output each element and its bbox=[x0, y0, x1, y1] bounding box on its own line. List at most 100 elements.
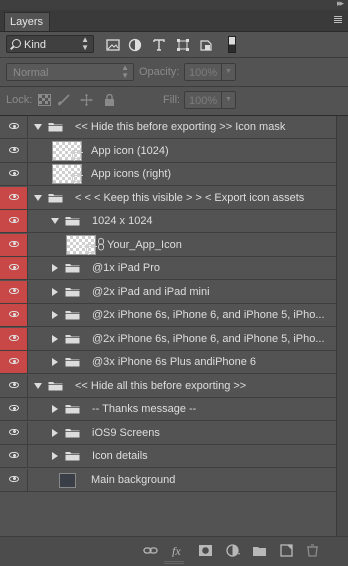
visibility-toggle[interactable] bbox=[0, 327, 28, 350]
folder-icon bbox=[65, 215, 80, 226]
folder-icon bbox=[48, 380, 63, 391]
chevron-down-icon[interactable]: ▼ bbox=[221, 92, 235, 108]
lock-transparent-pixels-icon[interactable] bbox=[38, 94, 51, 106]
fill-field[interactable]: 100% ▼ bbox=[184, 91, 236, 109]
disclosure-collapsed-icon[interactable] bbox=[52, 287, 58, 296]
smart-object-badge-icon bbox=[70, 147, 83, 161]
smart-object-badge-icon bbox=[84, 241, 97, 255]
layer-name: 1024 x 1024 bbox=[92, 215, 153, 227]
collapse-panel-icon[interactable]: ▸▸ bbox=[337, 0, 344, 9]
visibility-toggle[interactable] bbox=[0, 233, 28, 256]
layer-row[interactable]: Main background bbox=[0, 468, 336, 492]
layer-name: Your_App_Icon bbox=[107, 238, 182, 251]
layer-row[interactable]: @2x iPhone 6s, iPhone 6, and iPhone 5, i… bbox=[0, 327, 336, 351]
visibility-toggle[interactable] bbox=[0, 210, 28, 232]
svg-text:fx: fx bbox=[172, 544, 181, 557]
lock-all-icon[interactable] bbox=[103, 94, 116, 106]
adjustment-layer-icon[interactable] bbox=[226, 544, 241, 557]
visibility-toggle[interactable] bbox=[0, 374, 28, 397]
visibility-toggle[interactable] bbox=[0, 163, 28, 185]
filter-kind-select[interactable]: Kind ▲ ▼ bbox=[6, 35, 94, 53]
shape-icon[interactable] bbox=[176, 38, 190, 52]
visibility-toggle[interactable] bbox=[0, 398, 28, 420]
layer-row[interactable]: 1024 x 1024 bbox=[0, 210, 336, 233]
disclosure-expanded-icon[interactable] bbox=[34, 124, 42, 130]
blend-mode-select[interactable]: Normal ▲ ▼ bbox=[6, 63, 134, 81]
panel-menu-icon[interactable] bbox=[334, 15, 342, 24]
fx-icon[interactable]: fx bbox=[171, 544, 186, 557]
layer-row[interactable]: App icons (right) bbox=[0, 163, 336, 186]
visibility-toggle[interactable] bbox=[0, 257, 28, 279]
layer-row[interactable]: Your_App_Icon bbox=[0, 233, 336, 257]
layer-name: Main background bbox=[91, 473, 176, 486]
layer-name: @2x iPhone 6s, iPhone 6, and iPhone 5, i… bbox=[92, 309, 325, 321]
disclosure-collapsed-icon[interactable] bbox=[52, 405, 58, 413]
eye-icon bbox=[9, 405, 19, 411]
disclosure-expanded-icon[interactable] bbox=[51, 218, 59, 224]
disclosure-collapsed-icon[interactable] bbox=[52, 428, 58, 437]
link-icon bbox=[98, 237, 104, 251]
type-icon[interactable] bbox=[152, 38, 166, 52]
layer-row[interactable]: Icon details bbox=[0, 445, 336, 468]
visibility-toggle[interactable] bbox=[0, 186, 28, 209]
layer-row[interactable]: @3x iPhone 6s Plus andiPhone 6 bbox=[0, 351, 336, 374]
folder-icon bbox=[65, 403, 80, 414]
image-icon[interactable] bbox=[106, 38, 120, 52]
visibility-toggle[interactable] bbox=[0, 139, 28, 162]
smart-object-icon[interactable] bbox=[199, 38, 213, 52]
new-layer-icon[interactable] bbox=[279, 544, 294, 557]
layer-row[interactable]: App icon (1024) bbox=[0, 139, 336, 163]
panel-title-bar[interactable]: ▸▸ bbox=[0, 0, 348, 10]
visibility-toggle[interactable] bbox=[0, 421, 28, 444]
visibility-toggle[interactable] bbox=[0, 116, 28, 138]
eye-icon bbox=[9, 123, 19, 129]
visibility-toggle[interactable] bbox=[0, 280, 28, 303]
fill-label: Fill: bbox=[163, 94, 181, 106]
layer-row[interactable]: < < < Keep this visible > > < Export ico… bbox=[0, 186, 336, 210]
layer-row[interactable]: @2x iPad and iPad mini bbox=[0, 280, 336, 304]
visibility-toggle[interactable] bbox=[0, 351, 28, 373]
layer-row[interactable]: -- Thanks message -- bbox=[0, 398, 336, 421]
layer-row[interactable]: @2x iPhone 6s, iPhone 6, and iPhone 5, i… bbox=[0, 304, 336, 327]
delete-layer-icon[interactable] bbox=[305, 544, 320, 557]
layer-row[interactable]: @1x iPad Pro bbox=[0, 257, 336, 280]
layer-row[interactable]: << Hide this before exporting >> Icon ma… bbox=[0, 116, 336, 139]
visibility-toggle[interactable] bbox=[0, 445, 28, 467]
resize-grip[interactable] bbox=[164, 561, 184, 564]
adjustment-icon[interactable] bbox=[128, 38, 142, 52]
visibility-toggle[interactable] bbox=[0, 468, 28, 491]
divider bbox=[0, 86, 348, 87]
folder-icon bbox=[65, 286, 80, 297]
layers-scrollbar[interactable] bbox=[336, 116, 348, 536]
stepper-arrows-icon: ▲ ▼ bbox=[81, 35, 89, 52]
tab-layers[interactable]: Layers bbox=[4, 12, 50, 31]
add-mask-icon[interactable] bbox=[198, 544, 213, 557]
eye-icon bbox=[9, 334, 19, 341]
folder-icon bbox=[65, 450, 80, 461]
layer-row[interactable]: << Hide all this before exporting >> bbox=[0, 374, 336, 398]
disclosure-collapsed-icon[interactable] bbox=[52, 311, 58, 319]
panel-footer: fx bbox=[0, 536, 348, 566]
panel-tab-row: Layers bbox=[0, 10, 348, 32]
lock-position-icon[interactable] bbox=[80, 94, 93, 106]
disclosure-collapsed-icon[interactable] bbox=[52, 358, 58, 366]
layer-name: -- Thanks message -- bbox=[92, 403, 197, 415]
filter-toggle-switch[interactable] bbox=[228, 36, 236, 53]
fill-value: 100% bbox=[189, 95, 218, 107]
link-layers-icon[interactable] bbox=[143, 544, 158, 557]
chevron-down-icon[interactable]: ▼ bbox=[221, 64, 235, 80]
lock-image-pixels-icon[interactable] bbox=[58, 94, 71, 106]
new-group-icon[interactable] bbox=[252, 544, 267, 557]
divider bbox=[0, 57, 348, 58]
disclosure-collapsed-icon[interactable] bbox=[52, 264, 58, 272]
folder-icon bbox=[65, 333, 80, 344]
layers-list: << Hide this before exporting >> Icon ma… bbox=[0, 116, 336, 536]
layer-row[interactable]: iOS9 Screens bbox=[0, 421, 336, 445]
disclosure-expanded-icon[interactable] bbox=[34, 194, 42, 201]
disclosure-collapsed-icon[interactable] bbox=[52, 452, 58, 460]
visibility-toggle[interactable] bbox=[0, 304, 28, 326]
eye-icon bbox=[9, 240, 19, 247]
disclosure-collapsed-icon[interactable] bbox=[52, 334, 58, 343]
disclosure-expanded-icon[interactable] bbox=[34, 382, 42, 389]
opacity-field[interactable]: 100% ▼ bbox=[184, 63, 236, 81]
